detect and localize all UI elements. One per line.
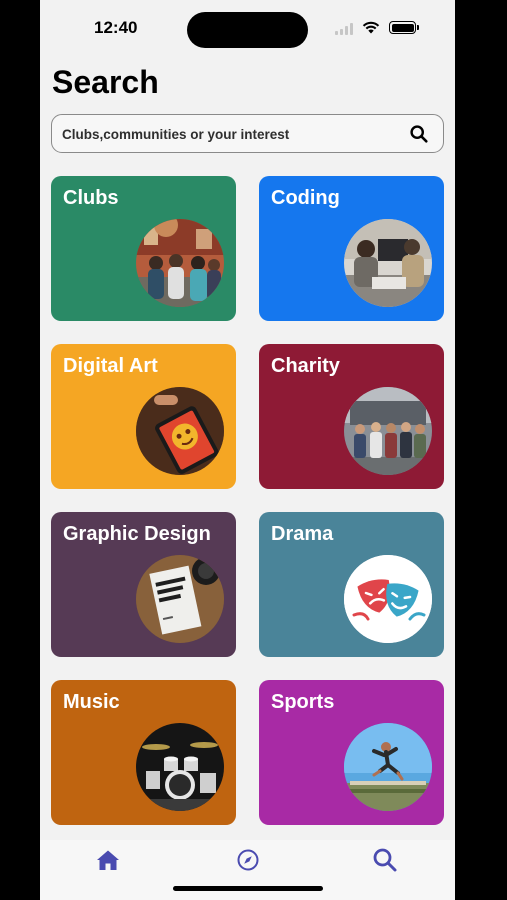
search-icon[interactable] (409, 124, 429, 144)
tab-explore[interactable] (228, 844, 268, 876)
search-input[interactable] (62, 124, 392, 144)
category-title: Drama (271, 523, 334, 545)
phone-screen: 12:40 Search Clubs,communities or your i… (40, 0, 455, 900)
search-bar[interactable] (51, 114, 444, 153)
category-title: Digital Art (63, 355, 158, 377)
tablet-drawing-photo (136, 387, 224, 475)
category-title: Charity (271, 355, 340, 377)
category-title: Coding (271, 187, 340, 209)
page-title: Search (52, 64, 159, 100)
home-indicator[interactable] (173, 886, 323, 891)
category-card-sports[interactable]: Sports (259, 680, 444, 825)
category-card-digital-art[interactable]: Digital Art (51, 344, 236, 489)
tab-bar (40, 840, 455, 900)
tab-home[interactable] (88, 844, 128, 876)
category-card-charity[interactable]: Charity (259, 344, 444, 489)
cellular-signal-icon (335, 23, 355, 35)
category-card-graphic-design[interactable]: Graphic Design (51, 512, 236, 657)
category-title: Graphic Design (63, 523, 211, 545)
status-bar: 12:40 (40, 0, 455, 56)
coders-photo (344, 219, 432, 307)
drum-kit-photo (136, 723, 224, 811)
battery-icon (389, 21, 419, 34)
status-time: 12:40 (94, 18, 138, 37)
compass-icon (237, 849, 259, 871)
dynamic-island (187, 12, 308, 48)
theatre-masks-icon (344, 555, 432, 643)
volunteers-photo (344, 387, 432, 475)
students-photo (136, 219, 224, 307)
athlete-jump-photo (344, 723, 432, 811)
tab-search[interactable] (365, 844, 405, 876)
design-book-photo (136, 555, 224, 643)
search-icon (373, 848, 397, 872)
home-icon (97, 850, 119, 870)
category-title: Clubs (63, 187, 119, 209)
category-card-music[interactable]: Music (51, 680, 236, 825)
category-title: Sports (271, 691, 335, 713)
wifi-icon (362, 21, 380, 34)
category-card-coding[interactable]: Coding (259, 176, 444, 321)
category-card-drama[interactable]: Drama (259, 512, 444, 657)
category-card-clubs[interactable]: Clubs (51, 176, 236, 321)
category-title: Music (63, 691, 120, 713)
